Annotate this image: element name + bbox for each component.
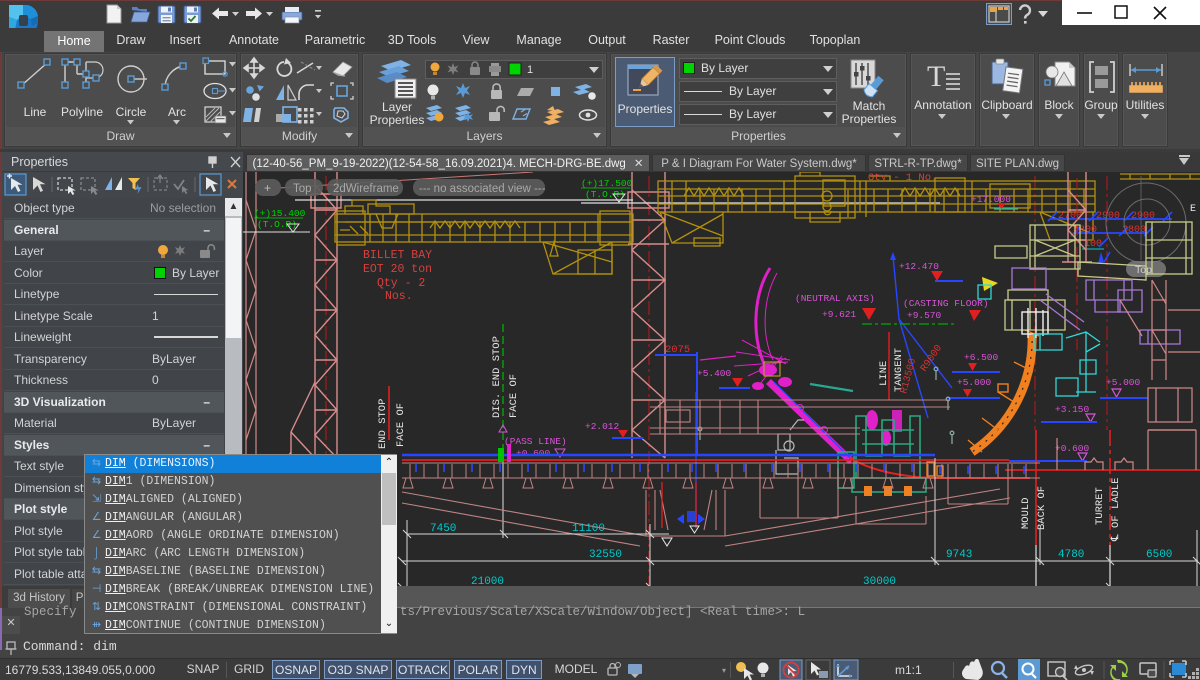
svg-text:4780: 4780 <box>1058 549 1084 561</box>
svg-text:+0.600: +0.600 <box>516 448 551 459</box>
svg-text:+12.470: +12.470 <box>899 261 939 272</box>
svg-text:2900: 2900 <box>1096 211 1120 222</box>
svg-text:(+)15.400: (+)15.400 <box>254 208 306 219</box>
svg-text:7450: 7450 <box>430 523 456 535</box>
svg-text:T: T <box>927 60 945 93</box>
svg-text:2075: 2075 <box>665 344 690 356</box>
svg-text:Qty - 2: Qty - 2 <box>377 277 425 290</box>
svg-text:FACE OF: FACE OF <box>395 403 407 447</box>
svg-text:21000: 21000 <box>471 576 504 586</box>
svg-text:+9.570: +9.570 <box>907 310 942 321</box>
svg-text:100: 100 <box>1084 239 1102 250</box>
svg-text:BACK OF: BACK OF <box>1036 486 1048 530</box>
svg-text:2dWireframe: 2dWireframe <box>333 183 399 195</box>
svg-text:BILLET BAY: BILLET BAY <box>363 249 432 262</box>
svg-text:MOULD: MOULD <box>1020 497 1032 529</box>
svg-text:+5.400: +5.400 <box>697 368 732 379</box>
svg-text:11100: 11100 <box>572 523 605 535</box>
svg-text:DIS. END STOP: DIS. END STOP <box>491 336 503 418</box>
svg-text:9743: 9743 <box>946 549 972 561</box>
svg-text:(PASS LINE): (PASS LINE) <box>504 436 567 447</box>
svg-text:FACE OF: FACE OF <box>508 374 520 418</box>
svg-text:Qty - 1 No.: Qty - 1 No. <box>868 172 937 184</box>
svg-text:E: E <box>1190 204 1196 215</box>
svg-text:Top: Top <box>293 183 312 195</box>
svg-text:+0.600: +0.600 <box>1055 443 1090 454</box>
svg-text:+: + <box>264 181 271 195</box>
svg-text:2900: 2900 <box>1131 211 1155 222</box>
svg-text:2700: 2700 <box>1058 211 1082 222</box>
svg-text:6500: 6500 <box>1146 549 1172 561</box>
svg-text:+3.150: +3.150 <box>1055 404 1090 415</box>
svg-text:℄ OF LADLE: ℄ OF LADLE <box>1110 478 1122 542</box>
svg-text:(+)17.500: (+)17.500 <box>581 178 633 189</box>
svg-text:(NEUTRAL AXIS): (NEUTRAL AXIS) <box>795 293 875 304</box>
svg-text:LINE: LINE <box>878 361 890 386</box>
svg-text:32550: 32550 <box>589 549 622 561</box>
svg-text:(CASTING FLOOR): (CASTING FLOOR) <box>903 298 989 309</box>
svg-text:+2.012: +2.012 <box>585 421 620 432</box>
svg-text:EOT 20 ton: EOT 20 ton <box>363 263 432 276</box>
svg-text:1: 1 <box>527 64 533 76</box>
svg-text:+5.000: +5.000 <box>957 377 992 388</box>
svg-text:+6.500: +6.500 <box>964 352 999 363</box>
svg-text:TURRET: TURRET <box>1094 487 1106 525</box>
svg-text:+5.000: +5.000 <box>1106 377 1141 388</box>
svg-text:Nos.: Nos. <box>385 290 413 303</box>
svg-text:END STOP: END STOP <box>377 399 389 449</box>
svg-text:--- no associated view ---: --- no associated view --- <box>419 183 546 195</box>
svg-text:+9.621: +9.621 <box>822 309 857 320</box>
svg-text:30000: 30000 <box>863 576 896 586</box>
